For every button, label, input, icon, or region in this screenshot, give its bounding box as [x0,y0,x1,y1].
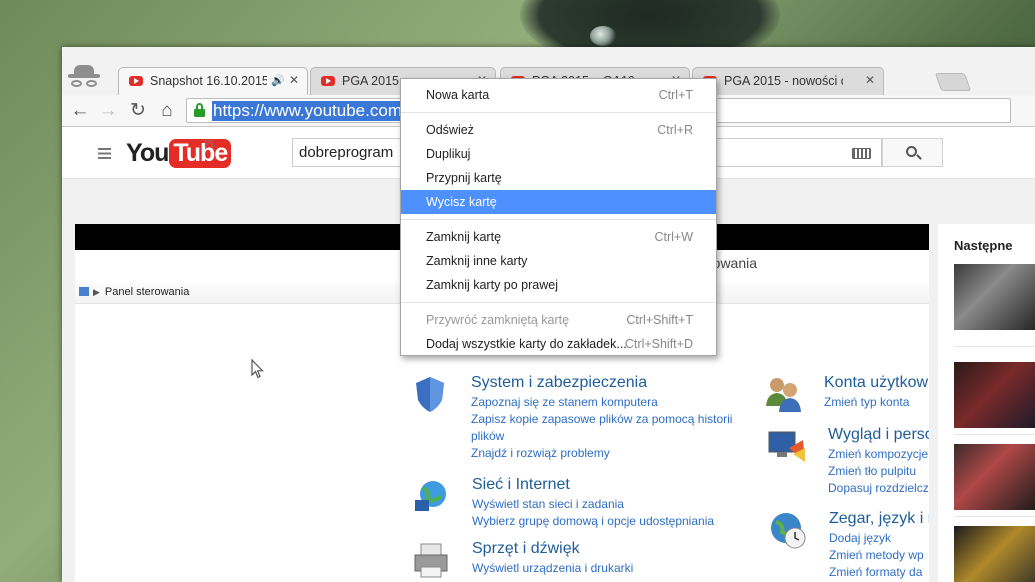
menu-item-label: Zamknij kartę [426,230,502,244]
category-link[interactable]: Wybierz grupę domową i opcje udostępnian… [472,513,742,530]
back-arrow-icon[interactable]: ← [68,99,92,123]
url-text[interactable]: https://www.youtube.com/ [212,101,408,121]
incognito-icon [68,65,100,91]
globe-icon [415,481,446,511]
menu-item-reopen-closed-tab[interactable]: Przywróć zamkniętą kartę Ctrl+Shift+T [401,308,716,332]
menu-item-new-tab[interactable]: Nowa karta Ctrl+T [401,83,716,107]
lock-icon [194,103,205,118]
category-link[interactable]: Zmień formaty da [829,564,929,581]
category-link[interactable]: Zmień tło pulpitu [828,463,929,480]
video-thumbnail[interactable] [954,444,1035,510]
shield-icon [416,377,444,412]
menu-item-label: Przywróć zamkniętą kartę [426,313,570,327]
search-value: dobreprogram [299,144,394,161]
home-icon[interactable]: ⌂ [155,99,179,123]
users-icon [766,378,801,412]
menu-divider [401,302,716,303]
video-thumbnail[interactable] [954,526,1035,582]
tab-pga-3[interactable]: PGA 2015 - nowości od M ✕ [692,67,884,95]
computer-icon [79,287,89,296]
menu-item-mute-tab[interactable]: Wycisz kartę [401,190,716,214]
category-link[interactable]: Znajdź i rozwiąż problemy [471,445,741,462]
logo-tube: Tube [169,139,232,168]
category-heading[interactable]: Sprzęt i dźwięk [472,540,580,558]
tab-context-menu: Nowa karta Ctrl+T Odśwież Ctrl+R Duplikuj … [400,78,717,356]
menu-item-label: Duplikuj [426,147,471,161]
forward-arrow-icon[interactable]: → [96,99,120,123]
menu-item-close-tabs-right[interactable]: Zamknij karty po prawej [401,273,716,297]
category-link[interactable]: Zmień typ konta [824,394,929,411]
category-heading[interactable]: Sieć i Internet [472,476,570,494]
menu-shortcut: Ctrl+Shift+T [626,313,693,327]
menu-divider [401,112,716,113]
menu-shortcut: Ctrl+Shift+D [624,337,693,351]
menu-item-label: Przypnij kartę [426,171,502,185]
category-link[interactable]: Zapisz kopie zapasowe plików za pomocą h… [471,411,741,445]
region-label: PL [204,139,217,150]
menu-item-close-tab[interactable]: Zamknij kartę Ctrl+W [401,225,716,249]
menu-shortcut: Ctrl+R [657,123,693,137]
reload-icon[interactable]: ↻ [126,99,150,123]
breadcrumb-label: Panel sterowania [104,286,190,298]
menu-item-label: Odśwież [426,123,474,137]
logo-you: You [126,139,169,167]
category-heading[interactable]: Wygląd i perso [828,426,929,444]
search-button[interactable] [882,138,943,167]
menu-shortcut: Ctrl+W [654,230,693,244]
category-link[interactable]: Dopasuj rozdzielcz [828,480,929,497]
keyboard-icon[interactable] [852,148,871,159]
monitor-paint-icon [768,431,805,462]
menu-item-label: Dodaj wszystkie karty do zakładek... [426,337,627,351]
category-link[interactable]: Zmień metody wp [829,547,929,564]
clock-globe-icon [771,513,806,549]
video-thumbnail[interactable] [954,264,1035,330]
menu-item-label: Zamknij inne karty [426,254,528,268]
video-thumbnail[interactable] [954,362,1035,428]
printer-icon [414,543,448,578]
close-icon[interactable]: ✕ [289,73,299,87]
wallpaper-eye [590,26,616,46]
category-link[interactable]: Zmień kompozycje [828,446,929,463]
youtube-favicon-icon [321,76,335,86]
breadcrumb: ▶ Panel sterowania [79,286,189,298]
menu-divider [401,219,716,220]
category-heading[interactable]: Konta użytkowni [824,374,929,392]
menu-item-duplicate[interactable]: Duplikuj [401,142,716,166]
category-link[interactable]: Zapoznaj się ze stanem komputera [471,394,741,411]
chevron-right-icon: ▶ [93,287,100,297]
menu-item-pin-tab[interactable]: Przypnij kartę [401,166,716,190]
up-next-sidebar: Następne [938,224,1035,582]
menu-item-bookmark-all-tabs[interactable]: Dodaj wszystkie karty do zakładek... Ctrl… [401,332,716,356]
menu-item-close-other-tabs[interactable]: Zamknij inne karty [401,249,716,273]
category-heading[interactable]: System i zabezpieczenia [471,374,647,392]
youtube-favicon-icon [129,76,143,86]
menu-item-reload[interactable]: Odśwież Ctrl+R [401,118,716,142]
speaker-icon[interactable]: 🔊 [271,74,285,87]
category-heading[interactable]: Zegar, język i r [829,510,929,528]
menu-item-label: Nowa karta [426,88,490,102]
menu-shortcut: Ctrl+T [658,88,693,102]
tab-title: Snapshot 16.10.2015 – [150,74,267,88]
category-link[interactable]: Wyświetl stan sieci i zadania [472,496,742,513]
tab-snapshot[interactable]: Snapshot 16.10.2015 – 🔊 ✕ [118,67,308,95]
category-link[interactable]: Dodaj język [829,530,929,547]
tab-title: PGA 2015 - nowości od M [724,74,843,88]
new-tab-button[interactable] [934,73,972,91]
up-next-label: Następne [954,238,1013,253]
menu-item-label: Zamknij karty po prawej [426,278,558,292]
menu-icon[interactable] [98,148,111,159]
menu-item-label: Wycisz kartę [426,195,497,209]
search-icon [906,146,917,157]
category-link[interactable]: Wyświetl urządzenia i drukarki [472,560,742,577]
close-icon[interactable]: ✕ [865,73,875,87]
